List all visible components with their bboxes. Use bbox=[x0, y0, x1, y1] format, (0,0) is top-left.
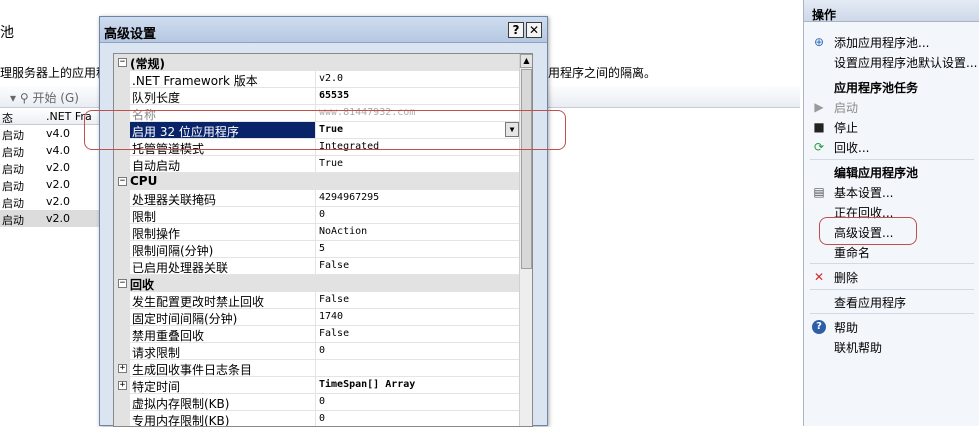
prop-disallow-rotation[interactable]: 发生配置更改时禁止回收 False bbox=[114, 292, 519, 309]
help-icon: ? bbox=[812, 320, 826, 334]
collapse-icon[interactable]: − bbox=[118, 58, 127, 67]
prop-disable-overlap[interactable]: 禁用重叠回收 False bbox=[114, 326, 519, 343]
prop-private-memory[interactable]: 专用内存限制(KB) 0 bbox=[114, 411, 519, 426]
list-toolbar-right bbox=[545, 86, 800, 108]
actions-divider bbox=[810, 313, 974, 314]
prop-limit-action[interactable]: 限制操作 NoAction bbox=[114, 224, 519, 241]
close-button[interactable]: ✕ bbox=[526, 22, 542, 38]
highlight-enable-32bit bbox=[84, 110, 566, 150]
online-help-link[interactable]: 联机帮助 bbox=[804, 337, 979, 357]
set-pool-defaults-link[interactable]: 设置应用程序池默认设置... bbox=[804, 52, 979, 72]
prop-limit-interval[interactable]: 限制间隔(分钟) 5 bbox=[114, 241, 519, 258]
actions-pane: 操作 ⊕ 添加应用程序池... 设置应用程序池默认设置... 应用程序池任务 ▶… bbox=[803, 0, 979, 426]
stop-icon: ■ bbox=[813, 120, 825, 134]
edit-pool-header: 编辑应用程序池 bbox=[834, 166, 919, 180]
settings-sheet-icon: ▤ bbox=[813, 185, 825, 199]
basic-settings-link[interactable]: ▤ 基本设置... bbox=[804, 182, 979, 202]
page-description-left: 理服务器上的应用程 bbox=[0, 66, 109, 80]
page-title: 池 bbox=[0, 25, 14, 41]
pool-tasks-header: 应用程序池任务 bbox=[834, 81, 919, 95]
delete-x-icon: ✕ bbox=[813, 270, 825, 284]
collapse-icon[interactable]: − bbox=[118, 177, 127, 186]
view-apps-link[interactable]: 查看应用程序 bbox=[804, 292, 979, 312]
pool-row[interactable]: 启动 v2.0 bbox=[0, 176, 100, 193]
actions-divider bbox=[810, 263, 974, 264]
prop-queue-length[interactable]: 队列长度 65535 bbox=[114, 88, 519, 105]
category-general[interactable]: − (常规) bbox=[114, 54, 519, 71]
actions-header: 操作 bbox=[804, 0, 979, 22]
collapse-icon[interactable]: − bbox=[118, 279, 127, 288]
rename-link[interactable]: 重命名 bbox=[804, 242, 979, 262]
column-status[interactable]: 态 bbox=[2, 110, 13, 126]
scroll-thumb[interactable] bbox=[521, 69, 532, 269]
help-button[interactable]: ? bbox=[508, 22, 524, 38]
delete-link[interactable]: ✕ 删除 bbox=[804, 267, 979, 287]
prop-limit[interactable]: 限制 0 bbox=[114, 207, 519, 224]
page-description-right: 用程序之间的隔离。 bbox=[548, 66, 657, 80]
start-filter-button[interactable]: ▾ ⚲ 开始 (G) bbox=[10, 89, 79, 106]
list-right-area bbox=[545, 86, 800, 426]
advanced-settings-dialog: 高级设置 ? ✕ − (常规) .NET Framework 版本 v2.0 队… bbox=[99, 16, 548, 427]
expand-icon[interactable]: + bbox=[118, 381, 127, 390]
binoculars-icon: ⚲ bbox=[19, 91, 29, 105]
pool-row[interactable]: 启动 v2.0 bbox=[0, 159, 100, 176]
help-link[interactable]: ? 帮助 bbox=[804, 317, 979, 337]
prop-request-limit[interactable]: 请求限制 0 bbox=[114, 343, 519, 360]
dialog-title: 高级设置 bbox=[104, 27, 157, 42]
recycle-icon: ⟳ bbox=[813, 140, 825, 154]
prop-specific-time[interactable]: + 特定时间 TimeSpan[] Array bbox=[114, 377, 519, 394]
highlight-advanced-settings bbox=[819, 217, 917, 245]
add-app-pool-link[interactable]: ⊕ 添加应用程序池... bbox=[804, 32, 979, 52]
pool-row-selected[interactable]: 启动 v2.0 bbox=[0, 210, 100, 227]
scroll-up-icon[interactable]: ▲ bbox=[520, 54, 532, 68]
dialog-titlebar[interactable]: 高级设置 ? ✕ bbox=[100, 17, 547, 43]
prop-virtual-memory[interactable]: 虚拟内存限制(KB) 0 bbox=[114, 394, 519, 411]
actions-divider bbox=[810, 159, 974, 160]
stop-link[interactable]: ■ 停止 bbox=[804, 117, 979, 137]
recycle-link[interactable]: ⟳ 回收... bbox=[804, 137, 979, 157]
actions-divider bbox=[810, 289, 974, 290]
expand-icon[interactable]: + bbox=[118, 364, 127, 373]
add-pool-icon: ⊕ bbox=[813, 35, 825, 49]
prop-fixed-interval[interactable]: 固定时间间隔(分钟) 1740 bbox=[114, 309, 519, 326]
start-link[interactable]: ▶ 启动 bbox=[804, 97, 979, 117]
category-cpu[interactable]: − CPU bbox=[114, 173, 519, 190]
prop-autostart[interactable]: 自动启动 True bbox=[114, 156, 519, 173]
pool-row[interactable]: 启动 v2.0 bbox=[0, 193, 100, 210]
play-icon: ▶ bbox=[814, 100, 824, 114]
prop-affinity-mask[interactable]: 处理器关联掩码 4294967295 bbox=[114, 190, 519, 207]
prop-netfx-version[interactable]: .NET Framework 版本 v2.0 bbox=[114, 71, 519, 88]
prop-log-events[interactable]: + 生成回收事件日志条目 bbox=[114, 360, 519, 377]
category-recycling[interactable]: − 回收 bbox=[114, 275, 519, 292]
prop-processor-affinity[interactable]: 已启用处理器关联 False bbox=[114, 258, 519, 275]
